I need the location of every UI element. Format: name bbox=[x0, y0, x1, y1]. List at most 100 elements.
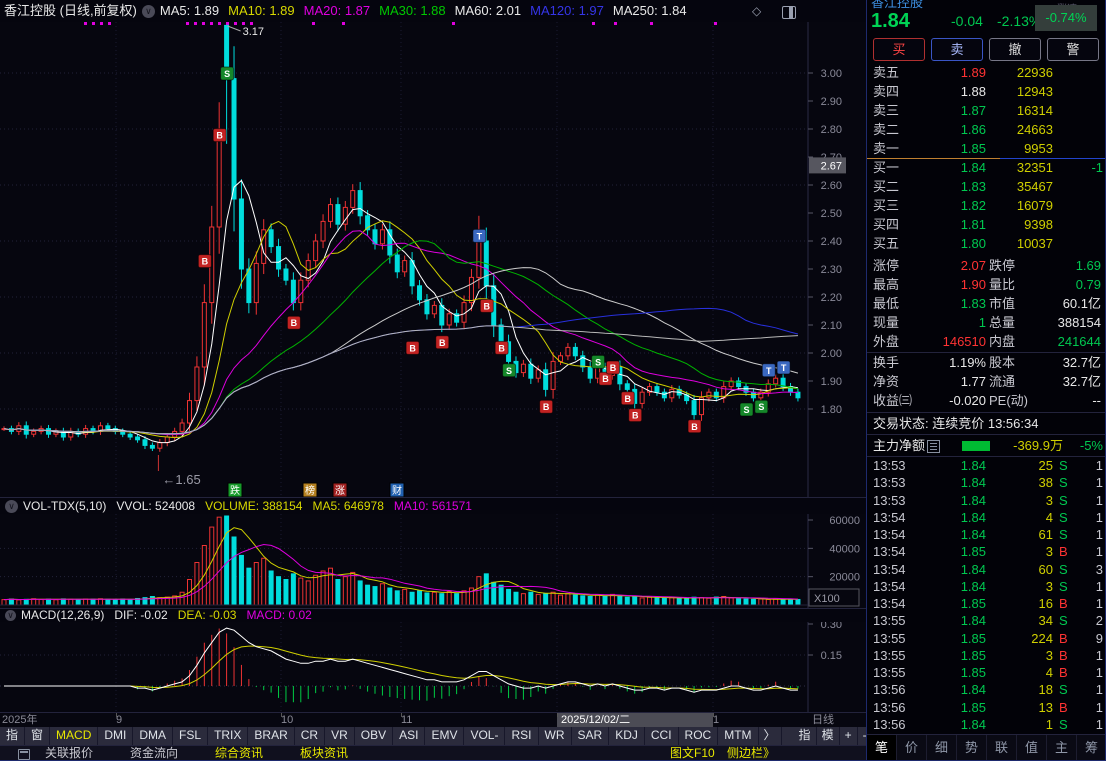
stat-value: 1.77 bbox=[960, 374, 986, 389]
trade-button-买[interactable]: 买 bbox=[873, 38, 925, 61]
tab-obv[interactable]: OBV bbox=[355, 727, 394, 745]
panel-tab-价[interactable]: 价 bbox=[896, 735, 926, 760]
tab-vol-tdx[interactable]: VOL-TDX bbox=[464, 727, 506, 759]
tab-asi[interactable]: ASI bbox=[393, 727, 426, 745]
collapse-icon[interactable]: ∨ bbox=[5, 610, 16, 622]
svg-text:B: B bbox=[602, 374, 609, 384]
sale-count: 1 bbox=[1095, 682, 1103, 698]
stat-label: 收益㈢ bbox=[873, 393, 913, 408]
sale-volume: 34 bbox=[1038, 613, 1053, 629]
trade-button-撤[interactable]: 撤 bbox=[989, 38, 1041, 61]
tab-dmi[interactable]: DMI bbox=[98, 727, 134, 745]
book-level-label: 买三 bbox=[873, 198, 900, 213]
order-book-row[interactable]: 卖四 1.88 12943 bbox=[867, 82, 1105, 101]
list-icon[interactable] bbox=[927, 440, 940, 453]
sale-time: 13:54 bbox=[873, 527, 906, 542]
bottom-link-图文F10[interactable]: 图文F10 bbox=[670, 746, 715, 760]
tab-vr[interactable]: VR bbox=[325, 727, 355, 745]
tab-sar[interactable]: SAR bbox=[572, 727, 610, 745]
tab-kdj[interactable]: KDJ bbox=[609, 727, 645, 745]
tab-指标A[interactable]: 指标A bbox=[0, 727, 26, 759]
order-book-row[interactable]: 买五 1.80 10037 bbox=[867, 234, 1105, 253]
sale-side: B bbox=[1059, 596, 1068, 611]
main-chart[interactable]: 3.002.902.802.702.602.502.402.302.202.10… bbox=[0, 22, 866, 497]
chevron-down-icon[interactable]: ∨ bbox=[141, 5, 155, 19]
sale-price: 1.84 bbox=[960, 682, 986, 698]
panel-tab-笔[interactable]: 笔 bbox=[867, 735, 896, 760]
date-axis[interactable]: 日线 2025年 9 10 11 2025/12/02/二 1 bbox=[0, 713, 866, 727]
divider-bid-side bbox=[1000, 158, 1105, 159]
tab-macd[interactable]: MACD bbox=[50, 727, 99, 745]
tab-指标B[interactable]: 指标B bbox=[794, 727, 817, 759]
main-flow-row[interactable]: 主力净额 -369.9万 -5% bbox=[867, 436, 1105, 455]
book-price: 1.82 bbox=[960, 198, 986, 213]
stat-label: 现量 bbox=[873, 315, 900, 330]
tab-roc[interactable]: ROC bbox=[679, 727, 719, 745]
order-book-row[interactable]: 买二 1.83 35467 bbox=[867, 177, 1105, 196]
panel-tab-筹[interactable]: 筹 bbox=[1076, 735, 1105, 760]
order-book-row[interactable]: 买三 1.82 16079 bbox=[867, 196, 1105, 215]
bottom-link-综合资讯[interactable]: 综合资讯 bbox=[215, 746, 263, 760]
current-date-label[interactable]: 2025/12/02/二 bbox=[557, 713, 713, 727]
svg-text:B: B bbox=[625, 394, 632, 404]
tab-brar[interactable]: BRAR bbox=[248, 727, 295, 745]
svg-text:B: B bbox=[691, 422, 698, 432]
panel-tab-势[interactable]: 势 bbox=[956, 735, 986, 760]
tab-cci[interactable]: CCI bbox=[645, 727, 679, 745]
order-book-row[interactable]: 卖二 1.86 24663 bbox=[867, 120, 1105, 139]
macd-header-item: DEA: -0.03 bbox=[177, 608, 237, 622]
axis-tick bbox=[281, 713, 282, 717]
order-book-row[interactable]: 卖五 1.89 22936 bbox=[867, 63, 1105, 82]
svg-text:3.00: 3.00 bbox=[821, 68, 842, 80]
tab-cr[interactable]: CR bbox=[295, 727, 326, 745]
sale-price: 1.85 bbox=[960, 596, 986, 611]
tab-dma[interactable]: DMA bbox=[133, 727, 174, 745]
order-book-row[interactable]: 买四 1.81 9398 bbox=[867, 215, 1105, 234]
collapse-icon[interactable]: ∨ bbox=[5, 500, 18, 514]
date-label[interactable]: 11 bbox=[401, 713, 412, 727]
stat-value: 32.7亿 bbox=[1062, 374, 1101, 389]
svg-text:T: T bbox=[781, 363, 787, 373]
order-book-row[interactable]: 买一 1.84 32351 -1 bbox=[867, 158, 1105, 177]
tab-窗口[interactable]: 窗口 bbox=[25, 727, 51, 759]
diamond-icon[interactable]: ◇ bbox=[752, 4, 761, 18]
sale-volume: 60 bbox=[1038, 561, 1053, 577]
book-price: 1.85 bbox=[960, 141, 986, 156]
tab-trix[interactable]: TRIX bbox=[208, 727, 249, 745]
stat-label: 内盘 bbox=[989, 334, 1016, 349]
trade-button-卖[interactable]: 卖 bbox=[931, 38, 983, 61]
bottom-link-板块资讯[interactable]: 板块资讯 bbox=[300, 746, 348, 760]
sale-time: 13:55 bbox=[873, 665, 906, 680]
order-book-row[interactable]: 卖三 1.87 16314 bbox=[867, 101, 1105, 120]
tab-fsl[interactable]: FSL bbox=[173, 727, 209, 745]
volume-chart[interactable]: 60000 40000 20000 X100 bbox=[0, 514, 866, 608]
tab-emv[interactable]: EMV bbox=[425, 727, 465, 745]
panel-tab-值[interactable]: 值 bbox=[1016, 735, 1046, 760]
svg-text:S: S bbox=[758, 402, 764, 412]
macd-chart[interactable]: 0.30 0.15 bbox=[0, 622, 866, 712]
panel-tab-联[interactable]: 联 bbox=[986, 735, 1016, 760]
date-label[interactable]: 2025年 bbox=[2, 713, 37, 727]
tab-模 板[interactable]: 模 板 bbox=[817, 727, 840, 759]
tab-+[interactable]: + bbox=[840, 727, 858, 745]
sale-side: S bbox=[1059, 475, 1068, 491]
tab-wr[interactable]: WR bbox=[539, 727, 572, 745]
trade-button-警[interactable]: 警 bbox=[1047, 38, 1099, 61]
order-book-row[interactable]: 卖一 1.85 9953 bbox=[867, 139, 1105, 158]
panel-tab-主[interactable]: 主 bbox=[1046, 735, 1076, 760]
time-sales-list: 13:53 1.84 25 S 1 13:53 1.84 38 S 1 13:53 1.84 3 S 1 13… bbox=[867, 457, 1105, 733]
sale-time: 13:54 bbox=[873, 509, 906, 525]
date-label[interactable]: 10 bbox=[281, 713, 293, 727]
bottom-link-关联报价[interactable]: 关联报价 bbox=[45, 746, 93, 760]
window-icon[interactable] bbox=[18, 749, 30, 760]
svg-text:B: B bbox=[409, 343, 416, 353]
sale-side: S bbox=[1059, 578, 1068, 594]
tab-rsi[interactable]: RSI bbox=[505, 727, 539, 745]
tabs-more-arrow[interactable]: 〉 bbox=[759, 727, 782, 745]
tab-mtm[interactable]: MTM bbox=[718, 727, 759, 745]
panel-tab-细[interactable]: 细 bbox=[926, 735, 956, 760]
svg-text:2.67: 2.67 bbox=[821, 160, 842, 172]
bottom-link-侧边栏》[interactable]: 侧边栏》 bbox=[727, 746, 775, 760]
trade-buttons: 买卖撤警 bbox=[867, 38, 1105, 61]
bottom-link-资金流向[interactable]: 资金流向 bbox=[130, 746, 178, 760]
